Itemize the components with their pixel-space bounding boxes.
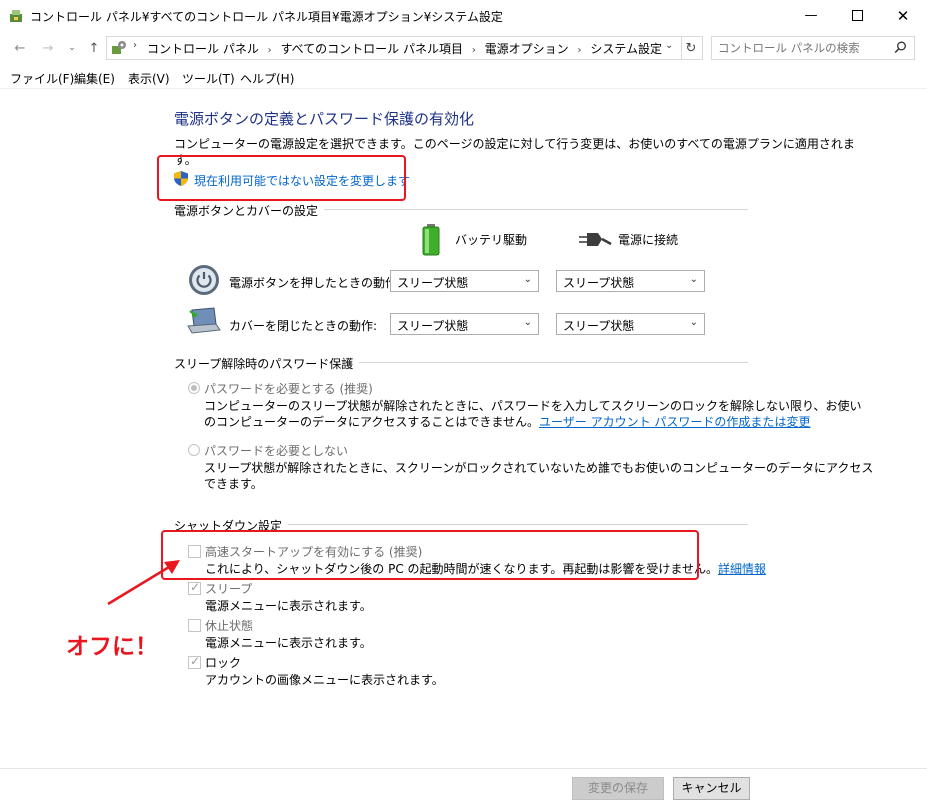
create-password-link[interactable]: ユーザー アカウント パスワードの作成または変更 (539, 415, 810, 429)
annotation-arrow-icon (107, 560, 180, 606)
menu-tools[interactable]: ツール(T) (182, 70, 235, 87)
close-button[interactable]: ✕ (880, 0, 926, 31)
title-bar: コントロール パネル¥すべてのコントロール パネル項目¥電源オプション¥システム… (0, 0, 927, 32)
lock-checkbox[interactable] (188, 654, 201, 669)
require-password-label: パスワードを必要とする (推奨) (204, 382, 373, 396)
battery-icon (422, 224, 440, 256)
chevron-down-icon: ⌄ (523, 317, 532, 328)
annotation-highlight-box (157, 155, 406, 201)
plugged-column-label: 電源に接続 (618, 233, 679, 247)
address-dropdown-icon[interactable]: ⌄ (665, 40, 673, 51)
page-title: 電源ボタンの定義とパスワード保護の有効化 (174, 110, 475, 128)
search-box[interactable] (711, 36, 915, 60)
menu-edit[interactable]: 編集(E) (74, 70, 115, 87)
chevron-down-icon: ⌄ (68, 43, 76, 53)
search-input[interactable] (718, 39, 888, 57)
search-icon[interactable] (894, 41, 907, 54)
no-password-description-cont: できます。 (204, 477, 263, 491)
minimize-icon: — (804, 8, 818, 23)
menu-bar: ファイル(F) 編集(E) 表示(V) ツール(T) ヘルプ(H) (0, 66, 927, 89)
no-password-description: スリープ状態が解除されたときに、スクリーンがロックされていないため誰でもお使いの… (204, 461, 874, 475)
battery-column-label: バッテリ駆動 (455, 233, 528, 247)
require-password-description-cont: のコンピューターのデータにアクセスすることはできません。ユーザー アカウント パ… (204, 413, 810, 430)
footer-divider (0, 768, 927, 769)
recent-locations-button[interactable]: ⌄ (62, 38, 82, 58)
section-title-power-buttons: 電源ボタンとカバーの設定 (174, 202, 325, 219)
navigation-bar: ← → ⌄ ↑ › コントロール パネル › すべてのコントロール パネル項目 … (0, 33, 927, 63)
refresh-button[interactable]: ↻ (680, 36, 703, 60)
require-password-radio[interactable] (188, 382, 200, 394)
breadcrumb-item-power-options[interactable]: 電源オプション (485, 42, 569, 56)
hibernate-checkbox[interactable] (188, 619, 201, 632)
back-arrow-icon: ← (14, 40, 26, 56)
power-button-action-label: 電源ボタンを押したときの動作: (229, 276, 402, 290)
page-description: コンピューターの電源設定を選択できます。このページの設定に対して行う変更は、お使… (174, 137, 855, 151)
lid-close-plugged-select[interactable]: スリープ状態 ⌄ (556, 313, 705, 335)
maximize-icon (851, 10, 863, 21)
breadcrumb-separator-icon: › (471, 45, 476, 56)
lock-label: ロック (205, 656, 242, 670)
require-password-description-text: のコンピューターのデータにアクセスすることはできません。 (204, 415, 540, 429)
chevron-down-icon: ⌄ (689, 274, 698, 285)
maximize-button[interactable] (834, 0, 880, 31)
select-value: スリープ状態 (563, 276, 635, 290)
no-password-label: パスワードを必要としない (204, 444, 349, 458)
power-button-battery-select[interactable]: スリープ状態 ⌄ (390, 270, 539, 292)
forward-arrow-icon: → (42, 40, 54, 56)
breadcrumb: コントロール パネル › すべてのコントロール パネル項目 › 電源オプション … (147, 40, 662, 57)
refresh-icon: ↻ (685, 40, 697, 56)
laptop-lid-icon (187, 307, 221, 334)
back-button[interactable]: ← (10, 38, 30, 58)
sleep-label: スリープ (205, 582, 253, 596)
close-icon: ✕ (896, 6, 910, 25)
breadcrumb-separator-icon: › (133, 40, 137, 51)
control-panel-icon (112, 41, 126, 54)
annotation-highlight-box (161, 530, 699, 580)
address-box[interactable]: › コントロール パネル › すべてのコントロール パネル項目 › 電源オプショ… (106, 36, 682, 60)
select-value: スリープ状態 (563, 319, 635, 333)
breadcrumb-item-control-panel[interactable]: コントロール パネル (147, 42, 259, 56)
select-value: スリープ状態 (397, 319, 469, 333)
more-info-link[interactable]: 詳細情報 (718, 562, 766, 576)
up-arrow-icon: ↑ (88, 40, 100, 56)
menu-view[interactable]: 表示(V) (128, 70, 170, 87)
hibernate-description: 電源メニューに表示されます。 (205, 636, 372, 650)
breadcrumb-separator-icon: › (267, 45, 272, 56)
breadcrumb-item-all-items[interactable]: すべてのコントロール パネル項目 (280, 42, 463, 56)
power-options-app-icon (10, 10, 22, 22)
chevron-down-icon: ⌄ (523, 274, 532, 285)
chevron-down-icon: ⌄ (689, 317, 698, 328)
forward-button[interactable]: → (38, 38, 58, 58)
menu-file[interactable]: ファイル(F) (10, 70, 74, 87)
window-title: コントロール パネル¥すべてのコントロール パネル項目¥電源オプション¥システム… (30, 10, 503, 24)
sleep-checkbox[interactable] (188, 580, 201, 595)
power-button-icon (189, 265, 219, 295)
up-button[interactable]: ↑ (84, 38, 104, 58)
breadcrumb-item-system-settings[interactable]: システム設定 (590, 42, 662, 56)
lock-description: アカウントの画像メニューに表示されます。 (205, 673, 444, 687)
require-password-description: コンピューターのスリープ状態が解除されたときに、パスワードを入力してスクリーンの… (204, 399, 862, 413)
save-changes-button[interactable]: 変更の保存 (572, 777, 664, 800)
annotation-note: オフに！ (66, 634, 158, 660)
select-value: スリープ状態 (397, 276, 469, 290)
section-title-password: スリープ解除時のパスワード保護 (174, 355, 360, 372)
power-button-plugged-select[interactable]: スリープ状態 ⌄ (556, 270, 705, 292)
sleep-description: 電源メニューに表示されます。 (205, 599, 372, 613)
minimize-button[interactable]: — (788, 0, 834, 31)
menu-help[interactable]: ヘルプ(H) (240, 70, 294, 87)
cancel-button[interactable]: キャンセル (673, 777, 750, 800)
lid-close-action-label: カバーを閉じたときの動作: (229, 319, 378, 333)
lid-close-battery-select[interactable]: スリープ状態 ⌄ (390, 313, 539, 335)
power-plug-icon (579, 233, 612, 246)
breadcrumb-separator-icon: › (577, 45, 582, 56)
no-password-radio[interactable] (188, 444, 200, 456)
hibernate-label: 休止状態 (205, 619, 254, 633)
